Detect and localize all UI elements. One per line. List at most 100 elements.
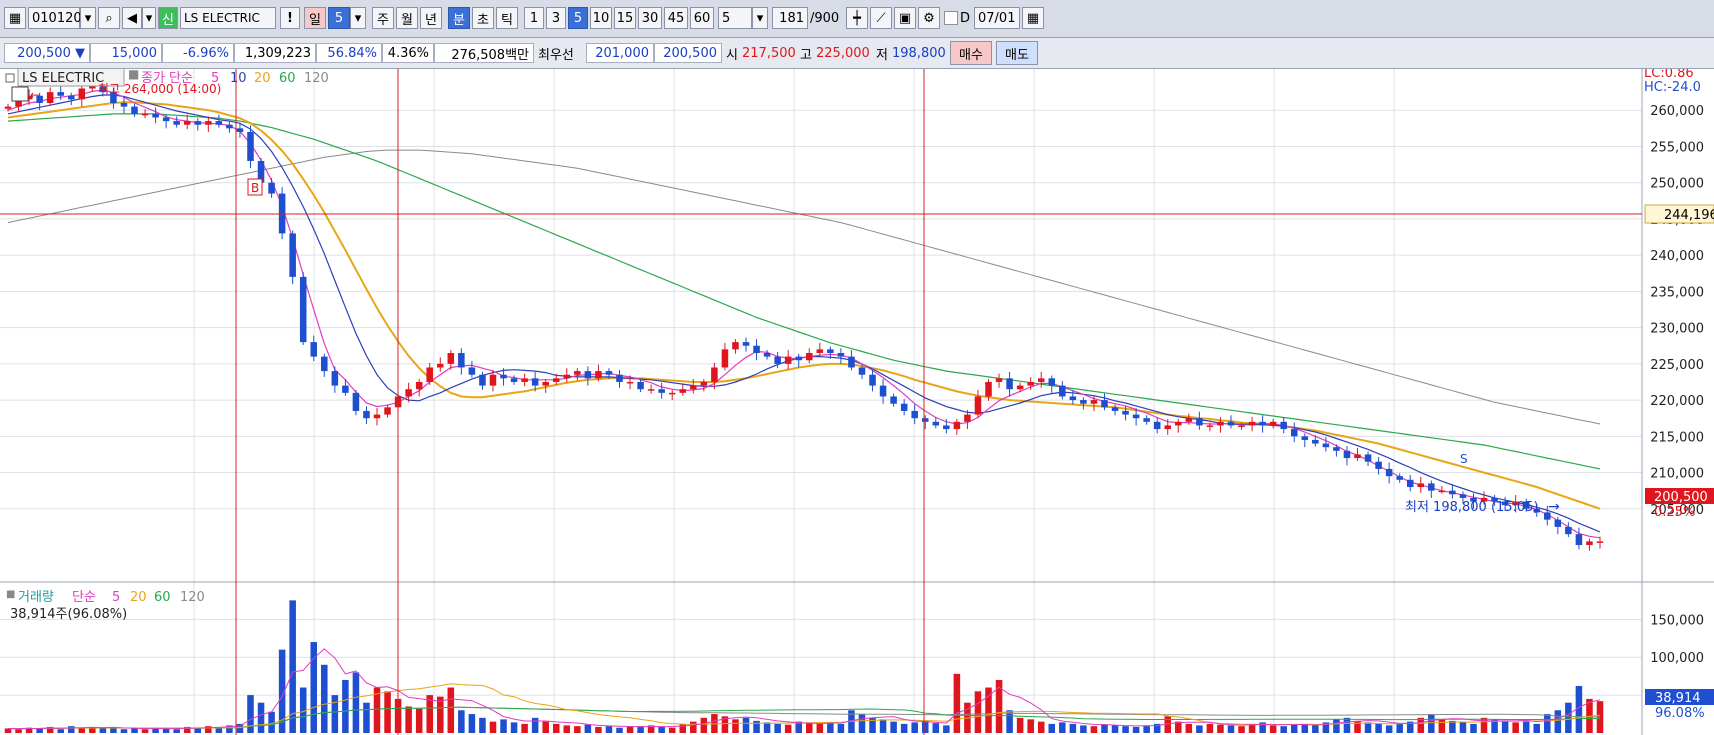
candle-body xyxy=(795,356,802,361)
line-tool-icon[interactable]: ⟋ xyxy=(870,7,892,29)
interval-button[interactable]: 30 xyxy=(638,7,662,29)
last-price-value: 200,500 xyxy=(1654,490,1708,505)
code-dropdown-icon[interactable]: ▾ xyxy=(80,7,96,29)
volume-bar xyxy=(531,717,539,733)
volume-bar xyxy=(99,728,107,733)
volume-bar xyxy=(173,729,180,733)
volume-bar xyxy=(1238,726,1245,733)
price-value: 200,500 xyxy=(17,45,71,61)
candle-body xyxy=(57,92,64,96)
interval-button[interactable]: 60 xyxy=(690,7,714,29)
volume-bar xyxy=(1565,702,1572,733)
low-value: 198,800 xyxy=(892,45,946,61)
date-checkbox[interactable] xyxy=(944,11,958,25)
candle-body xyxy=(1196,418,1203,426)
period-minute-button[interactable]: 분 xyxy=(448,7,470,29)
volume-bar xyxy=(162,728,170,733)
candle-body xyxy=(574,371,581,375)
stock-code-input[interactable]: 010120 xyxy=(28,7,82,29)
high-value: 225,000 xyxy=(816,45,870,61)
candle-body xyxy=(268,182,275,194)
stock-name-field[interactable]: LS ELECTRIC xyxy=(180,7,276,29)
high-label: 고 xyxy=(800,47,812,63)
candle-body xyxy=(384,407,391,415)
d-label: D xyxy=(960,10,971,26)
volume-bar xyxy=(1312,725,1319,733)
volume-bar xyxy=(584,724,592,733)
search-icon[interactable]: ⌕ xyxy=(98,7,120,29)
candle-body xyxy=(943,425,950,430)
period-month-button[interactable]: 월 xyxy=(396,7,418,29)
interval-button[interactable]: 45 xyxy=(664,7,688,29)
window-menu-icon[interactable]: ▦ xyxy=(4,7,26,29)
candle-body xyxy=(637,381,644,390)
down-arrow-icon: ▼ xyxy=(75,45,85,61)
period-week-button[interactable]: 주 xyxy=(372,7,394,29)
sell-button[interactable]: 매도 xyxy=(996,41,1038,65)
volume-bar xyxy=(679,723,687,733)
candle-body xyxy=(152,113,159,118)
candle-body xyxy=(711,367,718,382)
interval-button[interactable]: 3 xyxy=(546,7,566,29)
candle-body xyxy=(194,121,202,125)
alert-button[interactable]: ! xyxy=(280,7,300,29)
gear-icon[interactable]: ⚙ xyxy=(918,7,940,29)
date-input[interactable]: 07/01 xyxy=(974,7,1020,29)
volume-bar xyxy=(700,717,708,733)
period-day-button[interactable]: 일 xyxy=(304,7,326,29)
candle-body xyxy=(289,233,296,277)
volume-bar xyxy=(1016,717,1024,733)
period-tick-button[interactable]: 틱 xyxy=(496,7,518,29)
volume-bar xyxy=(879,719,887,733)
candle-body xyxy=(1269,421,1277,426)
low-marker-label: 최저 198,800 (15:05) xyxy=(1405,500,1539,515)
candle-body xyxy=(1406,479,1414,488)
candle-body xyxy=(837,352,845,357)
price-tick-label: 260,000 xyxy=(1650,104,1704,119)
grid-toggle-icon[interactable] xyxy=(11,86,29,102)
candle-body xyxy=(1006,378,1013,390)
candle-body xyxy=(1132,414,1140,419)
volume-bar xyxy=(932,723,940,733)
candle-body xyxy=(816,349,824,353)
interval-button[interactable]: 15 xyxy=(614,7,636,29)
volume-bar xyxy=(1554,710,1562,733)
volume-bar xyxy=(858,714,866,733)
count-input[interactable]: 5 xyxy=(718,7,752,29)
volume-bar xyxy=(15,729,22,733)
volume-legend-type: 단순 xyxy=(72,590,96,605)
candle-settings-icon[interactable]: ┿ xyxy=(846,7,868,29)
period-year-button[interactable]: 년 xyxy=(420,7,442,29)
volume-bar xyxy=(763,722,771,733)
high-marker-arrow: ← xyxy=(30,88,40,102)
volume-bar xyxy=(352,672,360,733)
volume-bar xyxy=(732,719,739,733)
candle-body xyxy=(1301,436,1309,440)
candle-body xyxy=(531,378,539,386)
candle-body xyxy=(974,396,982,415)
calendar-icon[interactable]: ▦ xyxy=(1022,7,1044,29)
save-icon[interactable]: ▣ xyxy=(894,7,916,29)
open-value: 217,500 xyxy=(742,45,796,61)
period-dropdown-icon[interactable]: ▾ xyxy=(350,7,366,29)
count-dropdown-icon[interactable]: ▾ xyxy=(752,7,768,29)
period-second-button[interactable]: 초 xyxy=(472,7,494,29)
price-tick-label: 225,000 xyxy=(1650,358,1704,373)
legend-stock-name: LS ELECTRIC xyxy=(22,71,104,86)
volume-bar xyxy=(1111,725,1119,733)
speaker-icon[interactable]: ◀ xyxy=(122,7,142,29)
volume-bar xyxy=(236,723,244,733)
candle-body xyxy=(447,352,455,364)
period-num-button[interactable]: 5 xyxy=(328,7,350,29)
interval-button[interactable]: 10 xyxy=(590,7,612,29)
interval-button[interactable]: 1 xyxy=(524,7,544,29)
bars-shown-input[interactable]: 181 xyxy=(772,7,808,29)
volume-bar xyxy=(1364,722,1372,733)
candle-body xyxy=(1554,519,1562,527)
interval-button[interactable]: 5 xyxy=(568,7,588,29)
buy-button[interactable]: 매수 xyxy=(950,41,992,65)
stock-chart[interactable]: 260,000255,000250,000245,000240,000235,0… xyxy=(0,69,1714,735)
speaker-dropdown-icon[interactable]: ▾ xyxy=(142,7,156,29)
candle-body xyxy=(784,356,792,364)
candle-body xyxy=(247,131,254,161)
